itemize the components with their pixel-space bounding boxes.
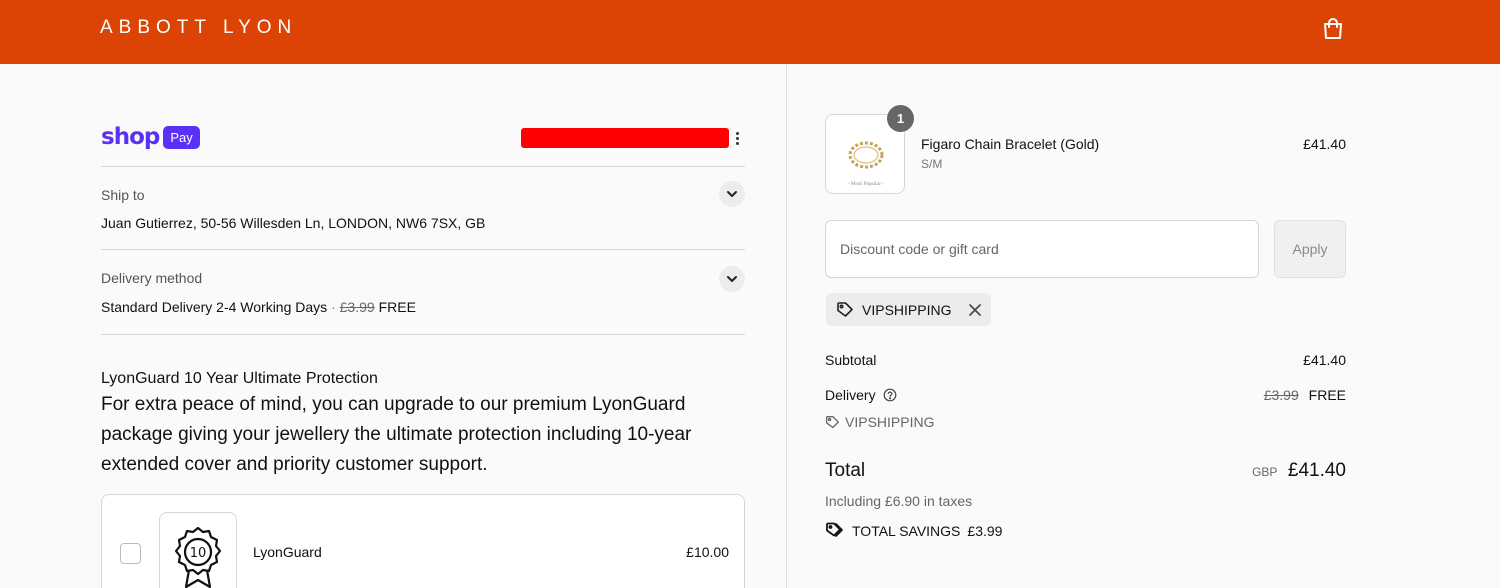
ship-to-toggle[interactable] bbox=[719, 181, 745, 207]
tags-icon bbox=[826, 522, 843, 537]
lyonguard-title: LyonGuard 10 Year Ultimate Protection bbox=[101, 370, 378, 387]
total-savings: TOTAL SAVINGS £3.99 bbox=[825, 522, 1002, 540]
apply-discount-button[interactable]: Apply bbox=[1274, 220, 1346, 278]
kebab-menu-icon[interactable] bbox=[731, 128, 743, 148]
delivery-method-toggle[interactable] bbox=[719, 266, 745, 292]
total-label: Total bbox=[825, 460, 866, 481]
shop-pay-badge: Pay bbox=[163, 125, 200, 149]
quantity-badge: 1 bbox=[887, 105, 914, 132]
shop-pay-wordmark: shop bbox=[101, 124, 160, 150]
divider bbox=[101, 334, 745, 335]
store-header: ABBOTT LYON bbox=[0, 0, 1500, 64]
shopping-bag-icon bbox=[1324, 18, 1342, 39]
lyonguard-description: For extra peace of mind, you can upgrade… bbox=[101, 394, 692, 475]
total-amount: £41.40 bbox=[1287, 460, 1346, 481]
lyonguard-option[interactable]: 10 LyonGuard £10.00 bbox=[101, 494, 745, 588]
tag-icon bbox=[826, 415, 839, 428]
award-ribbon-icon: 10 bbox=[174, 526, 222, 588]
thumb-caption: - Most Popular - bbox=[848, 181, 885, 187]
total-currency: GBP bbox=[1252, 465, 1278, 479]
lyonguard-checkbox[interactable] bbox=[120, 543, 141, 564]
remove-discount-button[interactable] bbox=[969, 303, 981, 316]
delivery-summary-price: FREE bbox=[1308, 387, 1346, 403]
delivery-discount-code: VIPSHIPPING bbox=[825, 414, 934, 430]
discount-code-input[interactable] bbox=[825, 220, 1259, 278]
store-logo[interactable]: ABBOTT LYON bbox=[100, 17, 297, 39]
delivery-help-button[interactable] bbox=[883, 388, 897, 405]
product-variant: S/M bbox=[921, 157, 943, 171]
delivery-value: £3.99 FREE bbox=[1180, 387, 1346, 403]
subtotal-label: Subtotal bbox=[825, 352, 877, 368]
delivery-summary-original: £3.99 bbox=[1263, 387, 1299, 403]
applied-discount-code: VIPSHIPPING bbox=[862, 301, 952, 318]
separator: · bbox=[331, 299, 336, 315]
taxes-note: Including £6.90 in taxes bbox=[825, 493, 973, 509]
product-price: £41.40 bbox=[1303, 136, 1346, 152]
delivery-code-label: VIPSHIPPING bbox=[845, 414, 935, 430]
ship-to-label: Ship to bbox=[101, 187, 145, 203]
question-circle-icon bbox=[884, 388, 897, 402]
lyonguard-thumbnail: 10 bbox=[159, 512, 237, 588]
applied-discount-chip: VIPSHIPPING bbox=[826, 293, 991, 326]
savings-label: TOTAL SAVINGS bbox=[852, 523, 961, 539]
savings-value: £3.99 bbox=[967, 523, 1003, 539]
total-value: GBP £41.40 bbox=[1180, 460, 1346, 482]
redacted-account bbox=[521, 128, 729, 148]
delivery-original-price: £3.99 bbox=[339, 299, 375, 315]
delivery-method-name: Standard Delivery 2-4 Working Days bbox=[101, 299, 328, 315]
lyonguard-name: LyonGuard bbox=[253, 544, 322, 560]
delivery-row: Delivery bbox=[825, 387, 897, 405]
subtotal-value: £41.40 bbox=[1303, 352, 1346, 368]
delivery-method-value: Standard Delivery 2-4 Working Days · £3.… bbox=[101, 299, 416, 315]
divider bbox=[101, 166, 745, 167]
divider bbox=[101, 249, 745, 250]
shop-pay-logo: shop Pay bbox=[101, 124, 200, 150]
lyonguard-price: £10.00 bbox=[686, 544, 729, 560]
close-icon bbox=[969, 303, 981, 316]
delivery-method-label: Delivery method bbox=[101, 270, 203, 286]
cart-button[interactable] bbox=[1318, 14, 1348, 44]
ship-to-address: Juan Gutierrez, 50-56 Willesden Ln, LOND… bbox=[101, 215, 486, 231]
badge-number: 10 bbox=[190, 546, 207, 561]
delivery-price: FREE bbox=[378, 299, 416, 315]
product-name: Figaro Chain Bracelet (Gold) bbox=[921, 136, 1100, 152]
chevron-down-icon bbox=[727, 191, 737, 197]
delivery-label: Delivery bbox=[825, 387, 876, 403]
chevron-down-icon bbox=[727, 276, 737, 282]
tag-icon bbox=[837, 301, 853, 317]
